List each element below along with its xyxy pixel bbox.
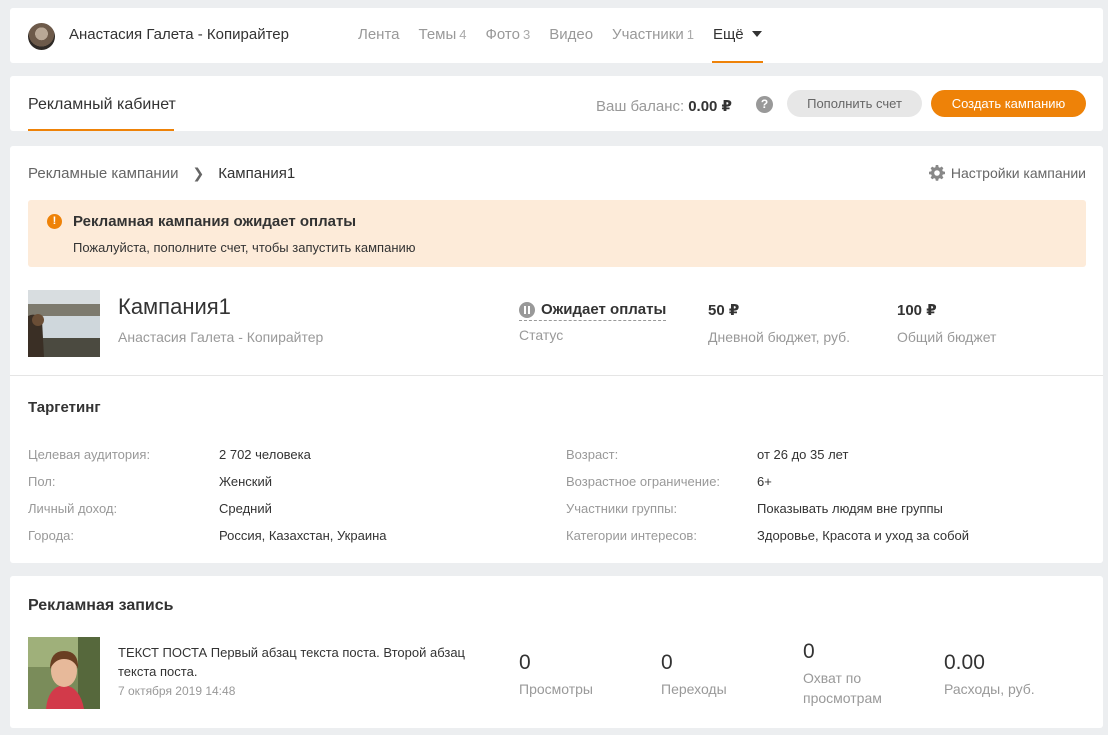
portrait-photo-icon bbox=[28, 637, 100, 709]
target-audience-value: 2 702 человека bbox=[219, 447, 311, 462]
metric-label: Охват по просмотрам bbox=[803, 670, 882, 706]
daily-budget-value: 50 ₽ bbox=[708, 302, 740, 319]
create-campaign-button[interactable]: Создать кампанию bbox=[931, 90, 1086, 117]
alert-title: Рекламная кампания ожидает оплаты bbox=[73, 213, 357, 230]
post-thumbnail[interactable] bbox=[28, 637, 100, 709]
metric-clicks: 0 Переходы bbox=[661, 651, 727, 699]
campaign-thumbnail bbox=[28, 290, 100, 357]
breadcrumb: Рекламные кампании ❯ Кампания1 bbox=[28, 165, 295, 182]
divider bbox=[10, 375, 1103, 376]
active-tab-underline bbox=[28, 129, 174, 131]
target-audience-label: Целевая аудитория: bbox=[28, 447, 151, 462]
post-date: 7 октября 2019 14:48 bbox=[118, 684, 236, 698]
gender-value: Женский bbox=[219, 474, 272, 489]
metric-value: 0.00 bbox=[944, 651, 985, 674]
tab-label: Лента bbox=[358, 26, 400, 43]
tab-count: 1 bbox=[686, 27, 694, 42]
metric-label: Просмотры bbox=[519, 681, 593, 697]
topup-balance-button[interactable]: Пополнить счет bbox=[787, 90, 922, 117]
breadcrumb-current: Кампания1 bbox=[218, 165, 296, 182]
daily-budget-label: Дневной бюджет, руб. bbox=[708, 329, 851, 345]
campaign-settings-link[interactable]: Настройки кампании bbox=[928, 165, 1086, 181]
breadcrumb-campaigns-link[interactable]: Рекламные кампании bbox=[28, 165, 178, 182]
tab-count: 3 bbox=[522, 27, 531, 42]
cities-value: Россия, Казахстан, Украина bbox=[219, 528, 387, 543]
tab-label: Видео bbox=[549, 26, 594, 43]
tab-feed[interactable]: Лента bbox=[358, 26, 400, 43]
ad-cabinet-bar: Рекламный кабинет Ваш баланс: 0.00 ₽ ? По… bbox=[10, 76, 1103, 131]
status-label: Статус bbox=[519, 327, 564, 343]
income-label: Личный доход: bbox=[28, 501, 118, 516]
ad-cabinet-tab[interactable]: Рекламный кабинет bbox=[28, 96, 176, 114]
group-nav-tabs: Лента Темы 4 Фото 3 Видео Участники 1 Ещё bbox=[358, 26, 781, 63]
tab-topics[interactable]: Темы 4 bbox=[419, 26, 467, 43]
age-restriction-value: 6+ bbox=[757, 474, 772, 489]
group-header: Анастасия Галета - Копирайтер Лента Темы… bbox=[10, 8, 1103, 63]
campaign-card: Рекламные кампании ❯ Кампания1 Настройки… bbox=[10, 146, 1103, 563]
landscape-photo-icon bbox=[28, 290, 100, 357]
cities-label: Города: bbox=[28, 528, 75, 543]
status-dropdown[interactable]: Ожидает оплаты bbox=[519, 301, 667, 321]
campaign-owner: Анастасия Галета - Копирайтер bbox=[118, 329, 324, 345]
total-budget-stat: 100 ₽ Общий бюджет bbox=[897, 301, 996, 345]
ad-post-card: Рекламная запись ТЕКСТ ПОСТА Первый абза… bbox=[10, 576, 1103, 728]
question-circle-icon[interactable]: ? bbox=[756, 96, 773, 113]
pause-icon bbox=[519, 301, 535, 318]
status-value: Ожидает оплаты bbox=[541, 301, 667, 318]
age-restriction-label: Возрастное ограничение: bbox=[566, 474, 721, 489]
chevron-right-icon: ❯ bbox=[192, 165, 205, 181]
metric-spend: 0.00 Расходы, руб. bbox=[944, 651, 1035, 699]
tab-more[interactable]: Ещё bbox=[711, 26, 763, 63]
metric-views: 0 Просмотры bbox=[519, 651, 593, 699]
age-label: Возраст: bbox=[566, 447, 619, 462]
tab-video[interactable]: Видео bbox=[549, 26, 593, 43]
group-members-value: Показывать людям вне группы bbox=[757, 501, 943, 516]
post-text: ТЕКСТ ПОСТА Первый абзац текста поста. В… bbox=[118, 645, 466, 679]
warning-icon: ! bbox=[47, 214, 62, 229]
age-value: от 26 до 35 лет bbox=[757, 447, 849, 462]
metric-value: 0 bbox=[803, 640, 815, 663]
gender-label: Пол: bbox=[28, 474, 56, 489]
tab-label: Фото bbox=[485, 26, 520, 43]
daily-budget-stat: 50 ₽ Дневной бюджет, руб. bbox=[708, 301, 850, 345]
settings-label: Настройки кампании bbox=[950, 165, 1086, 181]
payment-alert: ! Рекламная кампания ожидает оплаты Пожа… bbox=[28, 200, 1086, 267]
balance: Ваш баланс: 0.00 ₽ bbox=[596, 97, 732, 115]
tab-photos[interactable]: Фото 3 bbox=[486, 26, 531, 43]
targeting-title: Таргетинг bbox=[28, 399, 101, 416]
tab-count: 4 bbox=[459, 27, 467, 42]
metric-value: 0 bbox=[661, 651, 673, 674]
interests-label: Категории интересов: bbox=[566, 528, 697, 543]
gear-icon bbox=[928, 165, 945, 181]
interests-value: Здоровье, Красота и уход за собой bbox=[757, 528, 970, 543]
chevron-down-icon bbox=[751, 31, 762, 37]
balance-label: Ваш баланс: bbox=[596, 98, 685, 115]
ad-post-title: Рекламная запись bbox=[28, 597, 174, 614]
income-value: Средний bbox=[219, 501, 272, 516]
tab-label: Ещё bbox=[712, 26, 744, 43]
campaign-name: Кампания1 bbox=[118, 294, 231, 319]
group-avatar[interactable] bbox=[28, 23, 55, 50]
metric-label: Переходы bbox=[661, 681, 727, 697]
metric-value: 0 bbox=[519, 651, 531, 674]
total-budget-value: 100 ₽ bbox=[897, 302, 937, 319]
status-stat: Ожидает оплаты Статус bbox=[519, 301, 667, 343]
alert-text: Пожалуйста, пополните счет, чтобы запуст… bbox=[73, 240, 416, 255]
balance-value: 0.00 ₽ bbox=[688, 98, 732, 115]
metric-reach: 0 Охват по просмотрам bbox=[803, 640, 913, 708]
group-members-label: Участники группы: bbox=[566, 501, 678, 516]
tab-members[interactable]: Участники 1 bbox=[612, 26, 694, 43]
tab-label: Темы bbox=[418, 26, 457, 43]
total-budget-label: Общий бюджет bbox=[897, 329, 997, 345]
group-name[interactable]: Анастасия Галета - Копирайтер bbox=[69, 26, 289, 43]
metric-label: Расходы, руб. bbox=[944, 681, 1035, 697]
tab-label: Участники bbox=[612, 26, 684, 43]
